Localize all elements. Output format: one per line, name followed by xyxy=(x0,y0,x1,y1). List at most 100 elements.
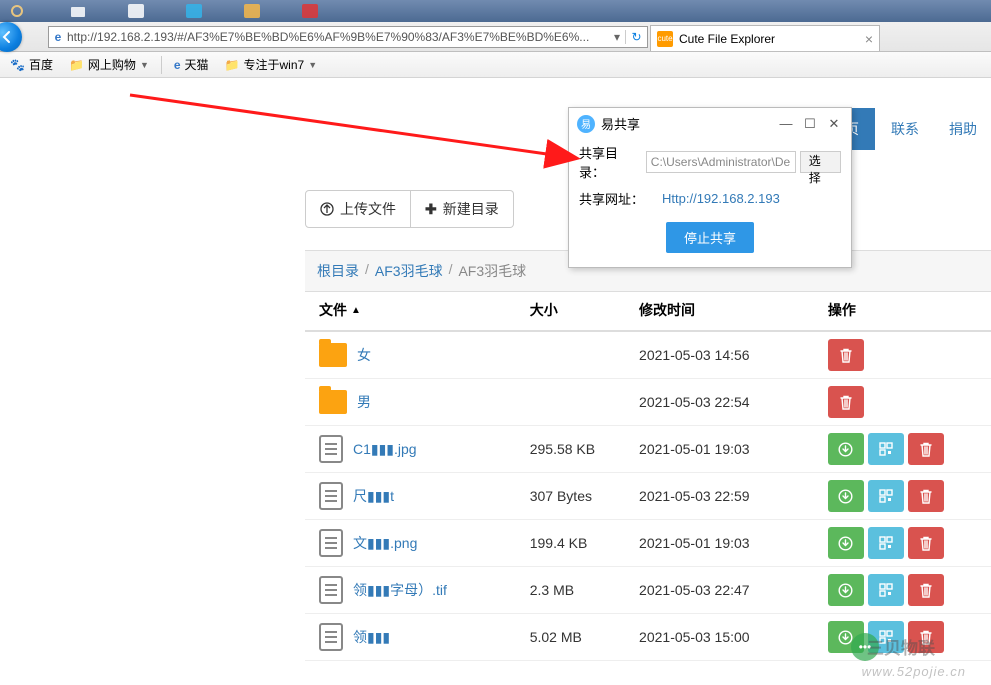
pick-button[interactable]: 选择 xyxy=(800,151,841,173)
qrcode-button[interactable] xyxy=(868,433,904,465)
mkdir-label: 新建目录 xyxy=(443,199,499,219)
url-input[interactable] xyxy=(67,28,609,46)
popup-title: 易共享 xyxy=(601,114,640,133)
delete-button[interactable] xyxy=(828,386,864,418)
tab-strip: cute Cute File Explorer × xyxy=(650,22,880,51)
qrcode-button[interactable] xyxy=(868,574,904,606)
delete-button[interactable] xyxy=(908,574,944,606)
bookmark-label: 网上购物 xyxy=(88,56,136,73)
dir-input[interactable] xyxy=(646,151,796,173)
nav-contact[interactable]: 联系 xyxy=(877,109,933,149)
bookmark-item[interactable]: e天猫 xyxy=(170,54,213,75)
cell-size: 307 Bytes xyxy=(530,488,639,504)
header-size[interactable]: 大小 xyxy=(530,300,639,320)
chevron-down-icon: ▼ xyxy=(308,60,317,70)
browser-tab[interactable]: cute Cute File Explorer × xyxy=(650,25,880,51)
upload-icon xyxy=(320,202,334,216)
header-time[interactable]: 修改时间 xyxy=(639,300,828,320)
back-button[interactable] xyxy=(0,22,22,52)
bookmark-label: 专注于win7 xyxy=(244,56,305,73)
stop-share-button[interactable]: 停止共享 xyxy=(666,222,754,253)
table-row: C1▮▮▮.jpg295.58 KB2021-05-01 19:03 xyxy=(305,426,991,473)
tab-favicon: cute xyxy=(657,31,673,47)
file-link[interactable]: 女 xyxy=(357,345,371,365)
download-button[interactable] xyxy=(828,574,864,606)
paw-icon: 🐾 xyxy=(10,58,25,72)
file-link[interactable]: 尺▮▮▮t xyxy=(353,486,394,506)
file-link[interactable]: 领▮▮▮字母）.tif xyxy=(353,580,447,600)
separator xyxy=(161,56,162,74)
address-bar[interactable]: e ▾ ↻ xyxy=(48,26,648,48)
share-url-link[interactable]: Http://192.168.2.193 xyxy=(662,191,780,206)
close-icon[interactable]: ✕ xyxy=(825,116,843,132)
file-link[interactable]: 男 xyxy=(357,392,371,412)
crumb-separator: / xyxy=(365,261,369,281)
download-button[interactable] xyxy=(828,480,864,512)
table-row: 女 2021-05-03 14:56 xyxy=(305,332,991,379)
watermark-name: 三贝物联 xyxy=(867,634,935,659)
delete-button[interactable] xyxy=(908,527,944,559)
ie-icon: e xyxy=(174,58,181,72)
taskbar-icon xyxy=(180,3,208,19)
header-name[interactable]: 文件▲ xyxy=(319,300,530,320)
nav-donate[interactable]: 捐助 xyxy=(935,109,991,149)
app-icon: 易 xyxy=(577,115,595,133)
site-icon: e xyxy=(49,30,67,44)
tab-title: Cute File Explorer xyxy=(679,32,775,46)
file-icon xyxy=(319,576,343,604)
cell-time: 2021-05-03 22:59 xyxy=(639,488,828,504)
cell-ops xyxy=(828,480,977,512)
cell-ops xyxy=(828,433,977,465)
file-link[interactable]: 文▮▮▮.png xyxy=(353,533,417,553)
cell-ops xyxy=(828,574,977,606)
plus-icon: ✚ xyxy=(425,201,437,218)
taskbar-icon xyxy=(238,3,266,19)
tab-close-icon[interactable]: × xyxy=(865,31,873,47)
cell-ops xyxy=(828,386,977,418)
cell-size: 5.02 MB xyxy=(530,629,639,645)
minimize-icon[interactable]: — xyxy=(777,116,795,131)
cell-ops xyxy=(828,339,977,371)
cell-time: 2021-05-03 22:47 xyxy=(639,582,828,598)
delete-button[interactable] xyxy=(908,433,944,465)
bookmark-item[interactable]: 📁网上购物▼ xyxy=(65,54,153,75)
file-link[interactable]: 领▮▮▮ xyxy=(353,627,390,647)
folder-icon xyxy=(319,390,347,414)
reload-button[interactable]: ↻ xyxy=(625,30,647,44)
table-row: 文▮▮▮.png199.4 KB2021-05-01 19:03 xyxy=(305,520,991,567)
upload-button[interactable]: 上传文件 xyxy=(305,190,411,228)
download-button[interactable] xyxy=(828,527,864,559)
url-dropdown-icon[interactable]: ▾ xyxy=(609,30,625,44)
cell-time: 2021-05-03 22:54 xyxy=(639,394,828,410)
qrcode-button[interactable] xyxy=(868,527,904,559)
taskbar-icon xyxy=(6,3,34,19)
table-row: 尺▮▮▮t 307 Bytes2021-05-03 22:59 xyxy=(305,473,991,520)
delete-button[interactable] xyxy=(828,339,864,371)
file-link[interactable]: C1▮▮▮.jpg xyxy=(353,441,417,458)
dir-label: 共享目录： xyxy=(579,143,642,181)
crumb-current: AF3羽毛球 xyxy=(458,261,526,281)
cell-size: 2.3 MB xyxy=(530,582,639,598)
cell-ops xyxy=(828,527,977,559)
taskbar-icon xyxy=(64,3,92,19)
cell-size: 295.58 KB xyxy=(530,441,639,457)
popup-titlebar[interactable]: 易 易共享 — ☐ ✕ xyxy=(569,108,851,139)
delete-button[interactable] xyxy=(908,480,944,512)
qrcode-button[interactable] xyxy=(868,480,904,512)
bookmark-item[interactable]: 🐾 百度 xyxy=(6,54,57,75)
os-taskbar xyxy=(0,0,991,22)
bookmark-item[interactable]: 📁专注于win7▼ xyxy=(221,54,322,75)
upload-label: 上传文件 xyxy=(340,199,396,219)
mkdir-button[interactable]: ✚ 新建目录 xyxy=(411,190,514,228)
cell-time: 2021-05-03 14:56 xyxy=(639,347,828,363)
crumb-link[interactable]: AF3羽毛球 xyxy=(375,261,443,281)
file-icon xyxy=(319,482,343,510)
download-button[interactable] xyxy=(828,433,864,465)
cell-time: 2021-05-01 19:03 xyxy=(639,535,828,551)
bookmark-label: 百度 xyxy=(29,56,53,73)
maximize-icon[interactable]: ☐ xyxy=(801,116,819,132)
table-row: 男 2021-05-03 22:54 xyxy=(305,379,991,426)
action-toolbar: 上传文件 ✚ 新建目录 xyxy=(305,190,514,228)
url-label: 共享网址： xyxy=(579,189,644,208)
crumb-root[interactable]: 根目录 xyxy=(317,261,359,281)
